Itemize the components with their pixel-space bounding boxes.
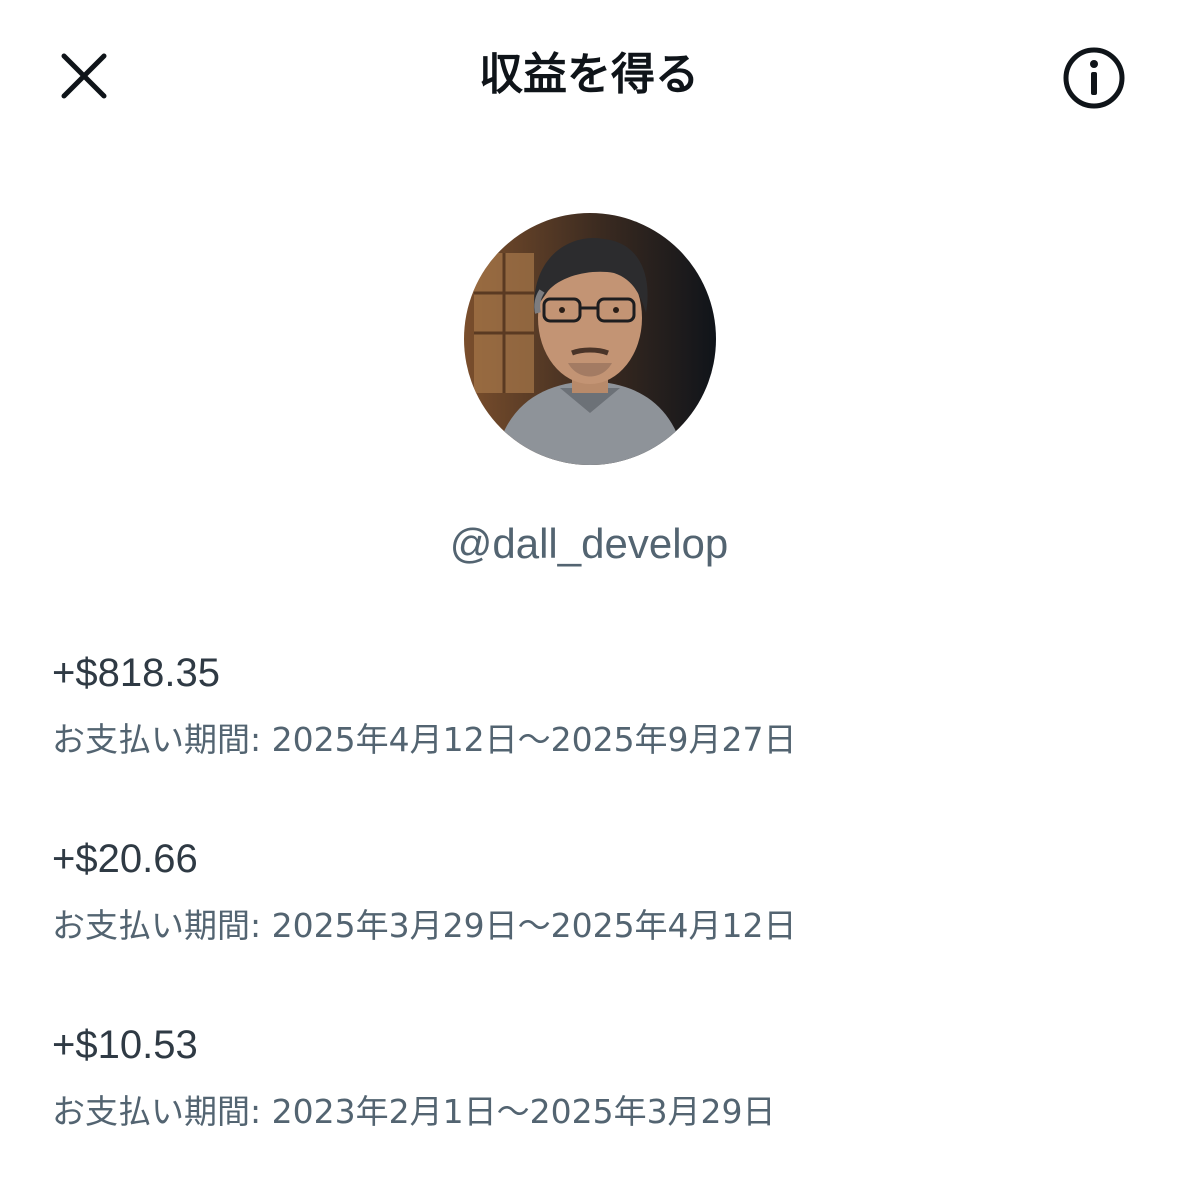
payout-amount: +$10.53 <box>52 1023 198 1067</box>
payout-period: お支払い期間: 2025年3月29日〜2025年4月12日 <box>52 906 797 945</box>
payout-period: お支払い期間: 2023年2月1日〜2025年3月29日 <box>52 1092 776 1131</box>
payout-item: +$20.66 お支払い期間: 2025年3月29日〜2025年4月12日 <box>52 831 1132 1017</box>
username-handle: @dall_develop <box>449 520 729 567</box>
payout-amount: +$20.66 <box>52 837 198 881</box>
payout-list: +$818.35 お支払い期間: 2025年4月12日〜2025年9月27日 +… <box>52 645 1132 1203</box>
payout-item: +$10.53 お支払い期間: 2023年2月1日〜2025年3月29日 <box>52 1017 1132 1203</box>
avatar[interactable] <box>464 213 716 465</box>
payout-item: +$818.35 お支払い期間: 2025年4月12日〜2025年9月27日 <box>52 645 1132 831</box>
payout-period: お支払い期間: 2025年4月12日〜2025年9月27日 <box>52 720 797 759</box>
top-bar: 収益を得る <box>0 0 1178 150</box>
payout-amount: +$818.35 <box>52 651 220 695</box>
info-button[interactable] <box>1058 42 1130 114</box>
info-icon <box>1063 47 1125 109</box>
avatar-image <box>464 213 716 465</box>
page-title: 収益を得る <box>479 49 699 100</box>
